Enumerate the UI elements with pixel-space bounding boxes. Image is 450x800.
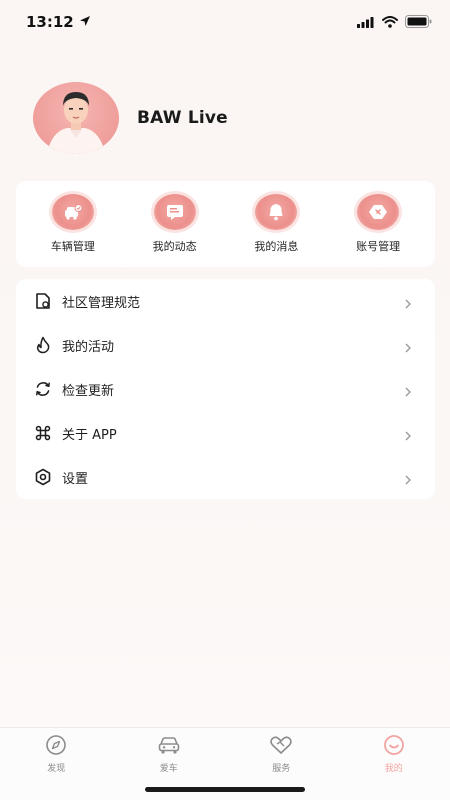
home-indicator[interactable] <box>145 787 305 792</box>
quick-action-my-messages[interactable]: 我的消息 <box>231 194 321 254</box>
menu-item-settings[interactable]: 设置 <box>16 455 435 499</box>
username: BAW Live <box>137 108 228 128</box>
menu-item-my-activities[interactable]: 我的活动 <box>16 323 435 367</box>
vehicle-icon <box>51 194 94 230</box>
menu-item-label: 我的活动 <box>62 339 115 355</box>
settings-hexagon-icon <box>34 468 52 486</box>
menu-item-community-guidelines[interactable]: 社区管理规范 <box>16 279 435 323</box>
location-arrow-icon <box>79 13 91 31</box>
chevron-right-icon <box>403 471 413 485</box>
bell-icon <box>255 194 298 230</box>
menu-item-label: 社区管理规范 <box>62 295 141 311</box>
quick-action-label: 账号管理 <box>356 240 401 253</box>
menu-item-check-updates[interactable]: 检查更新 <box>16 367 435 411</box>
signal-icon <box>357 13 375 32</box>
chevron-right-icon <box>403 383 413 397</box>
status-time: 13:12 <box>26 13 74 31</box>
menu-list: 社区管理规范 我的活动 检查更新 关于 APP 设置 <box>16 279 435 499</box>
tab-label: 发现 <box>47 764 66 774</box>
quick-action-vehicle-management[interactable]: 车辆管理 <box>28 194 118 254</box>
chevron-right-icon <box>403 427 413 441</box>
quick-actions-card: 车辆管理 我的动态 我的消息 账号管理 <box>16 181 435 267</box>
quick-action-label: 我的消息 <box>254 240 299 253</box>
menu-item-label: 检查更新 <box>62 383 115 399</box>
tab-mine[interactable]: 我的 <box>354 734 434 800</box>
tab-discover[interactable]: 发现 <box>16 734 96 800</box>
battery-icon <box>405 13 432 32</box>
chevron-right-icon <box>403 339 413 353</box>
document-icon <box>34 292 52 310</box>
quick-action-account-management[interactable]: 账号管理 <box>333 194 423 254</box>
tab-label: 爱车 <box>159 764 178 774</box>
profile-header[interactable]: BAW Live <box>33 82 228 154</box>
menu-item-about-app[interactable]: 关于 APP <box>16 411 435 455</box>
status-bar: 13:12 <box>0 0 450 44</box>
menu-item-label: 设置 <box>62 471 89 487</box>
tab-label: 我的 <box>384 764 403 774</box>
handshake-heart-icon <box>269 734 293 756</box>
smile-icon <box>382 734 406 756</box>
wifi-icon <box>382 13 398 32</box>
status-indicators <box>357 13 432 32</box>
quick-action-label: 我的动态 <box>152 240 197 253</box>
chevron-right-icon <box>403 295 413 309</box>
command-icon <box>34 424 52 442</box>
refresh-icon <box>34 380 52 398</box>
account-icon <box>357 194 400 230</box>
quick-action-my-posts[interactable]: 我的动态 <box>130 194 220 254</box>
quick-action-label: 车辆管理 <box>50 240 95 253</box>
flame-icon <box>34 336 52 354</box>
user-avatar-icon[interactable] <box>33 82 119 154</box>
posts-icon <box>153 194 196 230</box>
status-time-group: 13:12 <box>26 13 91 31</box>
menu-item-label: 关于 APP <box>62 427 117 443</box>
tab-label: 服务 <box>272 764 291 774</box>
car-icon <box>157 734 181 756</box>
compass-icon <box>44 734 68 756</box>
